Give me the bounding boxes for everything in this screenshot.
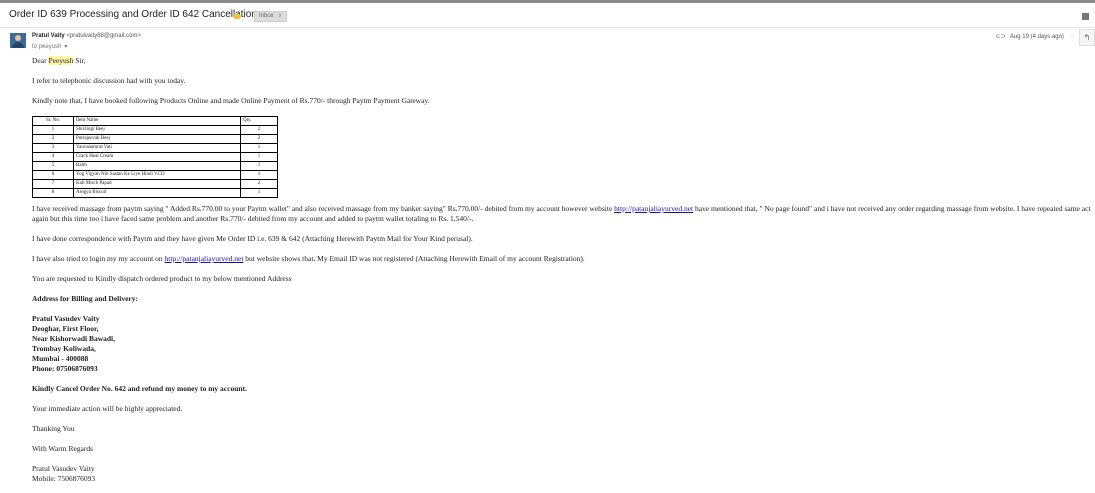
closing-thanks: Thanking You bbox=[32, 424, 75, 433]
greeting-prefix: Dear bbox=[32, 56, 49, 65]
cell-item-name: Yauvanamrut Vati bbox=[73, 143, 241, 153]
sender-line: Pratul Vaity <pratulvaity88@gmail.com> bbox=[32, 33, 141, 39]
cell-sr-no: 8 bbox=[32, 188, 74, 198]
reply-icon: ↰ bbox=[1083, 33, 1091, 42]
recipient-text: to peeyush bbox=[32, 44, 62, 50]
col-header-item-name: Item Name bbox=[73, 116, 241, 126]
table-row: 8 Arogya Biscuit 1 bbox=[32, 188, 278, 198]
cell-sr-no: 7 bbox=[32, 179, 74, 189]
cell-qty: 2 bbox=[240, 134, 278, 144]
message-date: Aug 19 (4 days ago) bbox=[1009, 34, 1064, 40]
greeting-suffix: Sir, bbox=[73, 56, 86, 65]
signature-name: Pratul Vasudev Vaity bbox=[32, 464, 95, 473]
website-link[interactable]: http://patanjaliayurved.net bbox=[164, 254, 243, 263]
inbox-label[interactable]: Inbox x bbox=[254, 11, 287, 22]
important-marker-icon[interactable] bbox=[234, 14, 241, 19]
avatar-head-shape bbox=[15, 35, 21, 41]
message-meta: ⊂⊃ Aug 19 (4 days ago) ☆ bbox=[995, 33, 1075, 40]
address-line: Pratul Vasudev Vaity bbox=[32, 314, 100, 323]
reply-button[interactable]: ↰ bbox=[1079, 29, 1095, 46]
greeting-name: Peeyush bbox=[48, 56, 74, 65]
cell-item-name: Yog Vigyan Nih Sastan Ke Liye Hindi VCD bbox=[73, 170, 241, 180]
address-line: Trombay Koliwada, bbox=[32, 344, 96, 353]
show-details-icon[interactable]: ▾ bbox=[64, 44, 67, 50]
items-table: Sr. No. Item Name Qty. 1 Shivlingi Beej 2 … bbox=[32, 116, 278, 198]
paragraph-dispatch-request: You are requested to Kindly dispatch ord… bbox=[32, 274, 292, 283]
cell-item-name: Shivlingi Beej bbox=[73, 125, 241, 135]
cell-qty: 1 bbox=[240, 161, 278, 171]
table-row: 5 Balm 1 bbox=[32, 161, 278, 171]
email-subject: Order ID 639 Processing and Order ID 642… bbox=[9, 9, 257, 20]
signature-mobile: Mobile: 7506876093 bbox=[32, 474, 96, 483]
remove-label-icon[interactable]: x bbox=[279, 13, 282, 19]
table-row: 6 Yog Vigyan Nih Sastan Ke Liye Hindi VCD… bbox=[32, 170, 278, 180]
table-header-row: Sr. No. Item Name Qty. bbox=[32, 116, 278, 126]
col-header-sr-no: Sr. No. bbox=[32, 116, 74, 126]
cell-qty: 2 bbox=[240, 125, 278, 135]
cancel-request: Kindly Cancel Order No. 642 and refund m… bbox=[32, 384, 247, 393]
cell-item-name: Putrajeevak Beej bbox=[73, 134, 241, 144]
paragraph-intro: I refer to telephonic discussion had wit… bbox=[32, 76, 186, 85]
cell-sr-no: 3 bbox=[32, 143, 74, 153]
address-line: Deoghar, First Floor, bbox=[32, 324, 99, 333]
paragraph-login-text-b: but website shows that, My Email ID was … bbox=[243, 254, 585, 263]
sender-email: <pratulvaity88@gmail.com> bbox=[66, 33, 141, 39]
sender-name[interactable]: Pratul Vaity bbox=[32, 33, 65, 39]
print-icon[interactable] bbox=[1082, 13, 1089, 20]
sender-avatar bbox=[10, 33, 26, 48]
inbox-label-text: Inbox bbox=[259, 13, 274, 19]
website-link[interactable]: http://patanjaliayurved.net bbox=[614, 204, 693, 213]
cell-qty: 1 bbox=[240, 143, 278, 153]
subject-bar: Order ID 639 Processing and Order ID 642… bbox=[0, 3, 1095, 28]
cell-sr-no: 2 bbox=[32, 134, 74, 144]
cell-item-name: Kali Mirch Papad bbox=[73, 179, 241, 189]
table-row: 7 Kali Mirch Papad 2 bbox=[32, 179, 278, 189]
address-heading: Address for Billing and Delivery: bbox=[32, 294, 138, 303]
table-row: 3 Yauvanamrut Vati 1 bbox=[32, 143, 278, 153]
col-header-qty: Qty. bbox=[240, 116, 278, 126]
table-row: 2 Putrajeevak Beej 2 bbox=[32, 134, 278, 144]
recipient-line: to peeyush ▾ bbox=[32, 43, 67, 50]
cell-item-name: Balm bbox=[73, 161, 241, 171]
greeting: Dear Peeyush Sir, bbox=[32, 56, 1094, 66]
attachment-icon: ⊂⊃ bbox=[995, 34, 1006, 40]
star-icon[interactable]: ☆ bbox=[1070, 34, 1075, 40]
cell-qty: 2 bbox=[240, 179, 278, 189]
paragraph-correspondence: I have done correspondence with Paytm an… bbox=[32, 234, 473, 243]
address-line: Mumbai - 400088 bbox=[32, 354, 89, 363]
cell-qty: 1 bbox=[240, 152, 278, 162]
table-row: 1 Shivlingi Beej 2 bbox=[32, 125, 278, 135]
cell-item-name: Crack Heal Cream bbox=[73, 152, 241, 162]
cell-sr-no: 1 bbox=[32, 125, 74, 135]
avatar-shoulders-shape bbox=[12, 42, 24, 48]
paragraph-payment: Kindly note that, I have booked followin… bbox=[32, 96, 430, 105]
paragraph-login-text-a: I have also tried to login my my account… bbox=[32, 254, 165, 263]
paragraph-login: I have also tried to login my my account… bbox=[32, 254, 1094, 264]
delivery-address: Pratul Vasudev Vaity Deoghar, First Floo… bbox=[32, 314, 1094, 374]
cell-item-name: Arogya Biscuit bbox=[73, 188, 241, 198]
paragraph-issue: I have received massage from paytm sayin… bbox=[32, 204, 1094, 224]
cell-sr-no: 5 bbox=[32, 161, 74, 171]
cell-sr-no: 4 bbox=[32, 152, 74, 162]
paragraph-appreciation: Your immediate action will be highly app… bbox=[32, 404, 183, 413]
cell-qty: 1 bbox=[240, 188, 278, 198]
cell-qty: 1 bbox=[240, 170, 278, 180]
email-body: Dear Peeyush Sir, I refer to telephonic … bbox=[32, 56, 1094, 484]
address-line: Near Kishorwadi Bawadi, bbox=[32, 334, 115, 343]
address-line: Phone: 07506876093 bbox=[32, 364, 98, 373]
cell-sr-no: 6 bbox=[32, 170, 74, 180]
table-row: 4 Crack Heal Cream 1 bbox=[32, 152, 278, 162]
paragraph-issue-text-a: I have received massage from paytm sayin… bbox=[32, 204, 615, 213]
closing-regards: With Warm Regards bbox=[32, 444, 94, 453]
